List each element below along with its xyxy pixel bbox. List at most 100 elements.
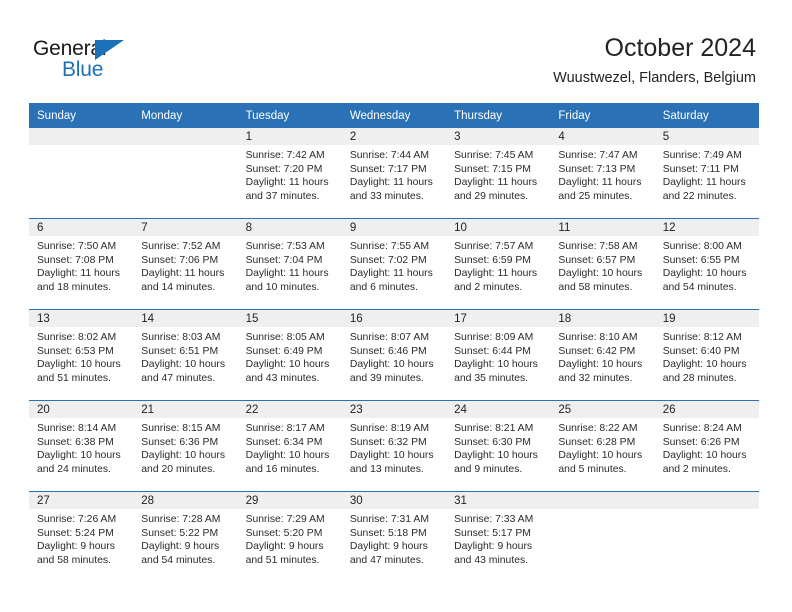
- calendar-day-cell-empty: [133, 128, 238, 219]
- day-info-line: Sunset: 6:32 PM: [349, 436, 427, 448]
- day-info-line: Daylight: 10 hours: [141, 359, 226, 371]
- calendar-day-cell[interactable]: 29 Sunrise: 7:29 AM Sunset: 5:20 PM Dayligh…: [237, 491, 342, 582]
- day-sun-info: Sunrise: 8:00 AM Sunset: 6:55 PM Daylight:…: [655, 236, 759, 294]
- day-number: 20: [29, 401, 134, 418]
- day-sun-info: [655, 509, 759, 513]
- calendar-day-cell[interactable]: 10 Sunrise: 7:57 AM Sunset: 6:59 PM Dayligh…: [446, 218, 551, 310]
- day-info-line: Sunset: 6:44 PM: [454, 345, 531, 357]
- day-info-line: Sunset: 7:11 PM: [662, 163, 739, 175]
- day-sun-info: [550, 509, 654, 513]
- calendar-day-cell[interactable]: 20 Sunrise: 8:14 AM Sunset: 6:38 PM Dayligh…: [29, 400, 134, 492]
- calendar-day-cell[interactable]: 1 Sunrise: 7:42 AM Sunset: 7:20 PM Daylight…: [237, 128, 342, 219]
- calendar-day-cell[interactable]: 7 Sunrise: 7:52 AM Sunset: 7:06 PM Daylight…: [133, 218, 238, 310]
- day-cell-content: 21 Sunrise: 8:15 AM Sunset: 6:36 PM Dayligh…: [133, 401, 238, 491]
- day-info-line: Daylight: 9 hours: [349, 541, 428, 553]
- calendar-day-cell[interactable]: 5 Sunrise: 7:49 AM Sunset: 7:11 PM Daylight…: [654, 128, 759, 219]
- calendar-day-cell[interactable]: 25 Sunrise: 8:22 AM Sunset: 6:28 PM Dayligh…: [550, 400, 655, 492]
- day-number: 13: [29, 310, 134, 327]
- calendar-day-cell[interactable]: 28 Sunrise: 7:28 AM Sunset: 5:22 PM Dayligh…: [133, 491, 238, 582]
- calendar-day-cell[interactable]: 16 Sunrise: 8:07 AM Sunset: 6:46 PM Dayligh…: [341, 309, 447, 401]
- day-info-line: and 22 minutes.: [662, 190, 737, 202]
- day-info-line: and 24 minutes.: [37, 463, 111, 475]
- calendar-page: General Blue October 2024 Wuustwezel, Fl…: [0, 0, 792, 612]
- page-title: October 2024: [604, 34, 757, 62]
- day-sun-info: Sunrise: 8:17 AM Sunset: 6:34 PM Daylight:…: [238, 418, 342, 476]
- calendar-week-row: 6 Sunrise: 7:50 AM Sunset: 7:08 PM Daylight…: [29, 218, 759, 310]
- day-sun-info: Sunrise: 8:09 AM Sunset: 6:44 PM Daylight:…: [446, 327, 550, 385]
- day-cell-content: 5 Sunrise: 7:49 AM Sunset: 7:11 PM Daylight…: [654, 128, 759, 218]
- day-info-line: and 54 minutes.: [141, 554, 216, 566]
- day-cell-content: [133, 128, 238, 218]
- day-info-line: Sunrise: 7:26 AM: [37, 514, 117, 525]
- day-cell-content: 12 Sunrise: 8:00 AM Sunset: 6:55 PM Dayligh…: [654, 219, 759, 309]
- calendar-day-cell[interactable]: 24 Sunrise: 8:21 AM Sunset: 6:30 PM Dayligh…: [446, 400, 551, 492]
- day-number: 5: [654, 128, 759, 145]
- day-info-line: Sunrise: 8:10 AM: [558, 332, 638, 343]
- day-info-line: Sunrise: 7:45 AM: [454, 150, 534, 161]
- calendar-day-cell[interactable]: 15 Sunrise: 8:05 AM Sunset: 6:49 PM Dayligh…: [237, 309, 342, 401]
- calendar-day-cell[interactable]: 8 Sunrise: 7:53 AM Sunset: 7:04 PM Daylight…: [237, 218, 342, 310]
- day-sun-info: Sunrise: 7:55 AM Sunset: 7:02 PM Daylight:…: [342, 236, 446, 294]
- calendar-day-cell[interactable]: 22 Sunrise: 8:17 AM Sunset: 6:34 PM Dayligh…: [237, 400, 342, 492]
- calendar-day-cell[interactable]: 18 Sunrise: 8:10 AM Sunset: 6:42 PM Dayligh…: [550, 309, 655, 401]
- day-info-line: Sunrise: 8:15 AM: [141, 423, 221, 434]
- day-sun-info: Sunrise: 7:58 AM Sunset: 6:57 PM Daylight:…: [550, 236, 654, 294]
- day-info-line: Sunrise: 7:52 AM: [141, 241, 221, 252]
- day-info-line: Daylight: 10 hours: [558, 268, 643, 280]
- day-info-line: Daylight: 11 hours: [662, 177, 746, 189]
- day-info-line: Sunrise: 7:44 AM: [349, 150, 429, 161]
- calendar-day-cell[interactable]: 31 Sunrise: 7:33 AM Sunset: 5:17 PM Dayligh…: [446, 491, 551, 582]
- day-info-line: Sunset: 7:20 PM: [245, 163, 323, 175]
- day-info-line: and 37 minutes.: [245, 190, 320, 202]
- day-info-line: Sunrise: 8:05 AM: [245, 332, 325, 343]
- day-cell-content: [654, 492, 759, 582]
- day-info-line: Sunset: 7:15 PM: [454, 163, 531, 175]
- calendar-day-cell[interactable]: 30 Sunrise: 7:31 AM Sunset: 5:18 PM Dayligh…: [341, 491, 447, 582]
- calendar-table: Sunday Monday Tuesday Wednesday Thursday Frid…: [29, 103, 759, 582]
- calendar-day-cell[interactable]: 13 Sunrise: 8:02 AM Sunset: 6:53 PM Dayligh…: [29, 309, 134, 401]
- day-info-line: Sunset: 6:59 PM: [454, 254, 531, 266]
- calendar-day-cell[interactable]: 4 Sunrise: 7:47 AM Sunset: 7:13 PM Daylight…: [550, 128, 655, 219]
- day-info-line: Daylight: 11 hours: [454, 177, 538, 189]
- calendar-day-cell[interactable]: 3 Sunrise: 7:45 AM Sunset: 7:15 PM Daylight…: [446, 128, 551, 219]
- day-info-line: Daylight: 10 hours: [558, 450, 643, 462]
- calendar-week-row: 20 Sunrise: 8:14 AM Sunset: 6:38 PM Dayligh…: [29, 400, 759, 492]
- calendar-day-cell[interactable]: 17 Sunrise: 8:09 AM Sunset: 6:44 PM Dayligh…: [446, 309, 551, 401]
- day-cell-content: [550, 492, 655, 582]
- calendar-day-cell[interactable]: 2 Sunrise: 7:44 AM Sunset: 7:17 PM Daylight…: [341, 128, 447, 219]
- day-info-line: and 14 minutes.: [141, 281, 216, 293]
- calendar-day-cell[interactable]: 6 Sunrise: 7:50 AM Sunset: 7:08 PM Daylight…: [29, 218, 134, 310]
- calendar-day-cell[interactable]: 14 Sunrise: 8:03 AM Sunset: 6:51 PM Dayligh…: [133, 309, 238, 401]
- day-info-line: and 43 minutes.: [245, 372, 320, 384]
- day-info-line: Sunrise: 8:21 AM: [454, 423, 534, 434]
- day-cell-content: 24 Sunrise: 8:21 AM Sunset: 6:30 PM Dayligh…: [446, 401, 551, 491]
- calendar-day-cell[interactable]: 27 Sunrise: 7:26 AM Sunset: 5:24 PM Dayligh…: [29, 491, 134, 582]
- day-cell-content: 13 Sunrise: 8:02 AM Sunset: 6:53 PM Dayligh…: [29, 310, 134, 400]
- day-info-line: Sunset: 6:26 PM: [662, 436, 740, 448]
- day-number: [550, 492, 655, 509]
- day-info-line: and 33 minutes.: [349, 190, 424, 202]
- calendar-day-cell-empty: [29, 128, 134, 219]
- calendar-day-cell[interactable]: 9 Sunrise: 7:55 AM Sunset: 7:02 PM Daylight…: [341, 218, 447, 310]
- calendar-day-cell[interactable]: 11 Sunrise: 7:58 AM Sunset: 6:57 PM Dayligh…: [550, 218, 655, 310]
- day-sun-info: Sunrise: 7:45 AM Sunset: 7:15 PM Daylight:…: [446, 145, 550, 203]
- day-info-line: Sunset: 6:34 PM: [245, 436, 323, 448]
- day-info-line: and 9 minutes.: [454, 463, 523, 475]
- calendar-day-cell[interactable]: 26 Sunrise: 8:24 AM Sunset: 6:26 PM Dayligh…: [654, 400, 759, 492]
- day-cell-content: 3 Sunrise: 7:45 AM Sunset: 7:15 PM Daylight…: [446, 128, 551, 218]
- calendar-day-cell[interactable]: 23 Sunrise: 8:19 AM Sunset: 6:32 PM Dayligh…: [341, 400, 447, 492]
- day-info-line: Daylight: 9 hours: [37, 541, 115, 553]
- logo-text-blue: Blue: [62, 58, 104, 81]
- day-info-line: Sunset: 7:02 PM: [349, 254, 427, 266]
- calendar-day-cell[interactable]: 19 Sunrise: 8:12 AM Sunset: 6:40 PM Dayligh…: [654, 309, 759, 401]
- day-sun-info: Sunrise: 7:44 AM Sunset: 7:17 PM Daylight:…: [342, 145, 446, 203]
- weekday-header-tuesday: Tuesday: [237, 103, 342, 128]
- day-info-line: Sunrise: 7:42 AM: [245, 150, 325, 161]
- calendar-day-cell[interactable]: 21 Sunrise: 8:15 AM Sunset: 6:36 PM Dayligh…: [133, 400, 238, 492]
- day-sun-info: Sunrise: 8:15 AM Sunset: 6:36 PM Daylight:…: [133, 418, 237, 476]
- day-number: 15: [237, 310, 342, 327]
- day-info-line: and 51 minutes.: [245, 554, 320, 566]
- day-info-line: Daylight: 11 hours: [558, 177, 642, 189]
- day-info-line: and 13 minutes.: [349, 463, 424, 475]
- calendar-day-cell[interactable]: 12 Sunrise: 8:00 AM Sunset: 6:55 PM Dayligh…: [654, 218, 759, 310]
